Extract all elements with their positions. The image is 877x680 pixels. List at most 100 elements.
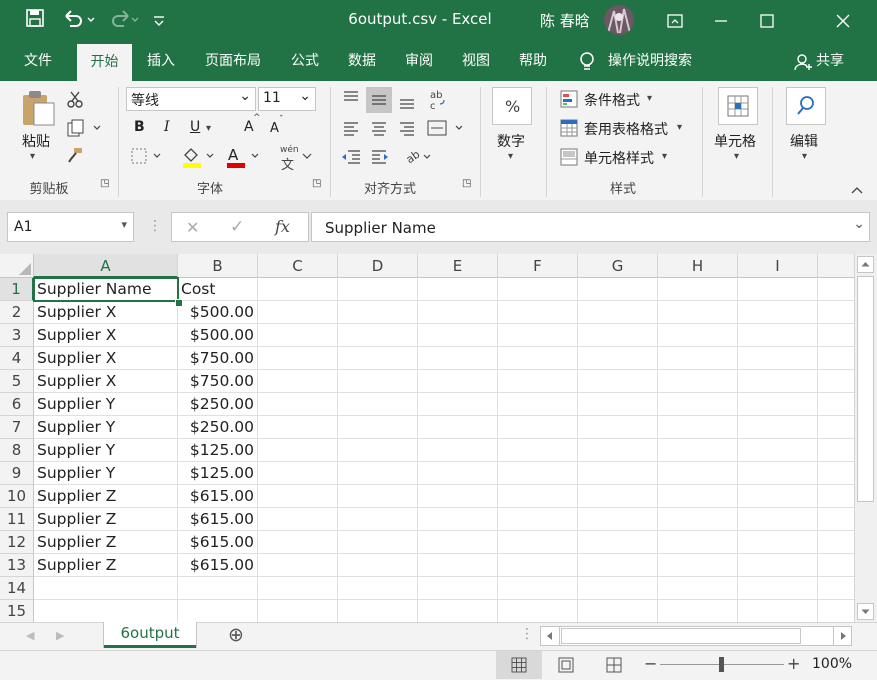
cell-b13[interactable]: $615.00	[178, 554, 257, 577]
ribbon-display-icon[interactable]	[652, 0, 698, 41]
worksheet-grid[interactable]: A B C D E F G H I 1 Supplier Name Cost 2 Sup…	[0, 254, 854, 623]
alignment-launcher-icon[interactable]: ◳	[462, 178, 471, 189]
copy-icon[interactable]	[66, 119, 104, 139]
add-sheet-icon[interactable]: ⊕	[228, 624, 244, 646]
column-header-d[interactable]: D	[338, 254, 418, 278]
tab-formulas[interactable]: 公式	[280, 41, 330, 81]
table-dropdown-icon[interactable]: ▾	[677, 122, 682, 133]
shrink-font-button[interactable]: A	[270, 121, 279, 136]
row-header[interactable]: 7	[0, 416, 34, 439]
cell-a13[interactable]: Supplier Z	[34, 554, 177, 577]
row-header[interactable]: 2	[0, 301, 34, 324]
cell-a11[interactable]: Supplier Z	[34, 508, 177, 531]
font-size-select[interactable]: 11 ⌄	[258, 87, 316, 111]
cell-a5[interactable]: Supplier X	[34, 370, 177, 393]
horizontal-scroll-thumb[interactable]	[561, 628, 801, 644]
cell-a9[interactable]: Supplier Y	[34, 462, 177, 485]
font-color-icon[interactable]: A	[224, 145, 262, 169]
format-painter-icon[interactable]	[66, 146, 86, 166]
tab-insert[interactable]: 插入	[136, 41, 186, 81]
cell-b7[interactable]: $250.00	[178, 416, 257, 439]
column-header-g[interactable]: G	[578, 254, 658, 278]
cells-icon[interactable]	[718, 87, 758, 125]
row-header[interactable]: 5	[0, 370, 34, 393]
row-header[interactable]: 9	[0, 462, 34, 485]
select-all-corner[interactable]	[0, 254, 34, 278]
undo-icon[interactable]	[62, 9, 96, 31]
cells-dropdown-icon[interactable]: ▾	[734, 151, 739, 162]
cell-b2[interactable]: $500.00	[178, 301, 257, 324]
borders-icon[interactable]	[130, 147, 164, 167]
cell-styles-button[interactable]: 单元格样式	[584, 148, 654, 168]
cell-a4[interactable]: Supplier X	[34, 347, 177, 370]
cell-a1[interactable]: Supplier Name	[34, 278, 177, 301]
pinyin-icon[interactable]: wén 文	[278, 145, 318, 173]
row-header[interactable]: 13	[0, 554, 34, 577]
vertical-scrollbar[interactable]	[854, 254, 877, 622]
column-header-e[interactable]: E	[418, 254, 498, 278]
collapse-ribbon-icon[interactable]	[850, 181, 866, 195]
conditional-dropdown-icon[interactable]: ▾	[647, 93, 652, 104]
name-box[interactable]: A1 ▾	[7, 212, 134, 242]
zoom-slider-thumb[interactable]	[719, 657, 724, 672]
cell-b8[interactable]: $125.00	[178, 439, 257, 462]
cut-icon[interactable]	[66, 90, 86, 110]
tell-me-search[interactable]: 操作说明搜索	[608, 41, 708, 81]
cell-a8[interactable]: Supplier Y	[34, 439, 177, 462]
row-header[interactable]: 3	[0, 324, 34, 347]
column-header-a[interactable]: A	[34, 254, 178, 278]
tab-review[interactable]: 审阅	[394, 41, 444, 81]
row-header[interactable]: 11	[0, 508, 34, 531]
scroll-down-icon[interactable]	[857, 603, 874, 620]
cell-b10[interactable]: $615.00	[178, 485, 257, 508]
number-format-icon[interactable]: %	[492, 87, 532, 125]
font-launcher-icon[interactable]: ◳	[312, 178, 321, 189]
column-header-i[interactable]: I	[738, 254, 818, 278]
save-icon[interactable]	[26, 9, 46, 29]
clipboard-launcher-icon[interactable]: ◳	[100, 178, 109, 189]
horizontal-scrollbar[interactable]	[540, 626, 852, 646]
underline-dropdown-icon[interactable]: ▾	[206, 123, 211, 134]
sheet-tab-6output[interactable]: 6output	[104, 622, 196, 648]
fill-handle[interactable]	[175, 299, 183, 307]
underline-button[interactable]: U	[190, 119, 200, 135]
cell-a15[interactable]	[34, 600, 177, 623]
number-dropdown-icon[interactable]: ▾	[508, 151, 513, 162]
cells-button[interactable]: 单元格	[714, 131, 756, 151]
cell-styles-dropdown-icon[interactable]: ▾	[662, 151, 667, 162]
column-header-c[interactable]: C	[258, 254, 338, 278]
vertical-scroll-thumb[interactable]	[857, 276, 874, 502]
cell-a3[interactable]: Supplier X	[34, 324, 177, 347]
share-button[interactable]: 共享	[816, 41, 852, 81]
row-header[interactable]: 12	[0, 531, 34, 554]
customize-qat-icon[interactable]	[152, 13, 168, 29]
cell-b4[interactable]: $750.00	[178, 347, 257, 370]
tab-view[interactable]: 视图	[451, 41, 501, 81]
cell-a7[interactable]: Supplier Y	[34, 416, 177, 439]
sheet-scroll-right-icon[interactable]: ▶	[56, 629, 64, 642]
conditional-format-button[interactable]: 条件格式	[584, 90, 640, 110]
editing-button[interactable]: 编辑	[790, 131, 818, 151]
bold-button[interactable]: B	[134, 119, 145, 135]
column-header-b[interactable]: B	[178, 254, 258, 278]
page-break-view-icon[interactable]	[606, 657, 624, 675]
tab-help[interactable]: 帮助	[508, 41, 558, 81]
cell-b1[interactable]: Cost	[178, 278, 257, 301]
column-header-f[interactable]: F	[498, 254, 578, 278]
paste-button[interactable]: 粘贴	[22, 131, 50, 151]
cell-b15[interactable]	[178, 600, 257, 623]
cell-b12[interactable]: $615.00	[178, 531, 257, 554]
row-header[interactable]: 4	[0, 347, 34, 370]
cell-b14[interactable]	[178, 577, 257, 600]
tab-page-layout[interactable]: 页面布局	[196, 41, 270, 81]
cell-a12[interactable]: Supplier Z	[34, 531, 177, 554]
zoom-out-button[interactable]: −	[644, 654, 657, 673]
cell-b6[interactable]: $250.00	[178, 393, 257, 416]
sheet-scroll-left-icon[interactable]: ◀	[26, 629, 34, 642]
cell-a6[interactable]: Supplier Y	[34, 393, 177, 416]
column-header-h[interactable]: H	[658, 254, 738, 278]
row-header[interactable]: 15	[0, 600, 34, 623]
insert-function-icon[interactable]: fx	[275, 217, 290, 236]
editing-dropdown-icon[interactable]: ▾	[802, 151, 807, 162]
cell-b3[interactable]: $500.00	[178, 324, 257, 347]
